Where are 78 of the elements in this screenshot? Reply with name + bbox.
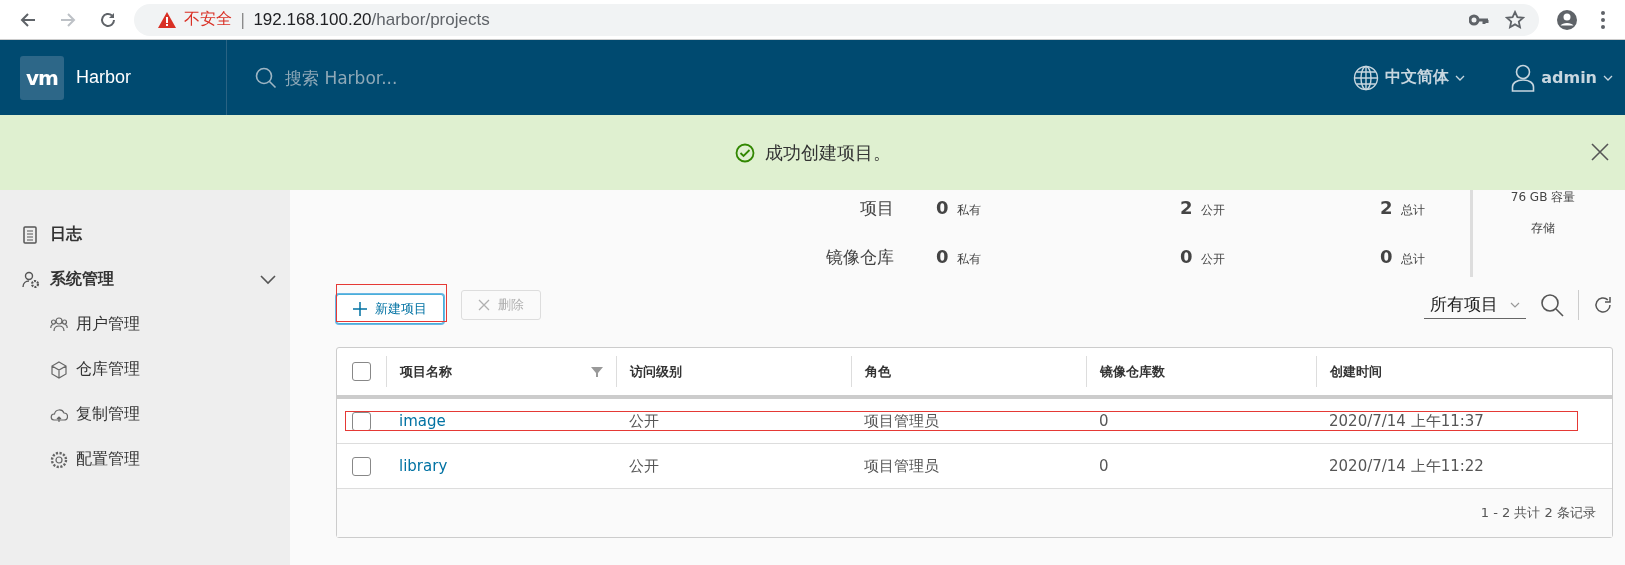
user-icon <box>1511 63 1536 92</box>
globe-icon <box>1353 64 1380 91</box>
stat-unit: 公开 <box>1200 202 1225 219</box>
caret-icon <box>1455 74 1466 81</box>
column-header[interactable]: 角色 <box>865 362 891 381</box>
stat-label: 项目 <box>859 197 895 220</box>
plus-icon <box>353 302 367 316</box>
menu-icon[interactable] <box>1600 9 1606 30</box>
table-cell: 0 <box>1099 412 1109 430</box>
user-menu[interactable]: admin <box>1511 63 1613 92</box>
row-checkbox[interactable] <box>352 456 371 476</box>
column-header[interactable]: 项目名称 <box>400 362 452 381</box>
document-icon <box>22 225 40 244</box>
sidebar-item[interactable]: 配置管理 <box>0 437 290 482</box>
warning-icon <box>158 11 176 28</box>
stat-unit: 总计 <box>1400 251 1425 268</box>
new-project-button[interactable]: 新建项目 <box>336 294 444 324</box>
sidebar-item[interactable]: 用户管理 <box>0 302 290 347</box>
table-cell: 2020/7/14 上午11:22 <box>1329 456 1484 476</box>
caret-icon <box>1510 301 1520 308</box>
table-cell: 项目管理员 <box>864 456 939 476</box>
close-icon[interactable] <box>1591 143 1609 161</box>
pagination-text: 1 - 2 共计 2 条记录 <box>1480 504 1596 522</box>
column-header[interactable]: 访问级别 <box>630 362 682 381</box>
search-icon <box>255 66 277 89</box>
check-circle-icon <box>734 142 755 163</box>
filter-icon[interactable] <box>591 366 603 377</box>
search-icon[interactable] <box>1540 293 1564 317</box>
stat-value: 0 <box>1380 246 1393 267</box>
address-bar[interactable]: 不安全 | 192.168.100.20/harbor/projects <box>134 3 1539 36</box>
brand-name[interactable]: Harbor <box>76 67 226 88</box>
table-cell: 0 <box>1099 457 1109 475</box>
stat-value: 0 <box>936 197 949 218</box>
sidebar-item[interactable]: 仓库管理 <box>0 347 290 392</box>
table-cell: 2020/7/14 上午11:37 <box>1329 411 1484 431</box>
sidebar-item[interactable]: 复制管理 <box>0 392 290 437</box>
project-filter-select[interactable]: 所有项目 <box>1424 291 1526 319</box>
sidebar-item[interactable]: 系统管理 <box>0 257 290 302</box>
stat-value: 2 <box>1380 197 1393 218</box>
user-gear-icon <box>22 270 40 289</box>
security-label: 不安全 <box>184 9 232 30</box>
close-icon <box>478 299 490 311</box>
back-icon[interactable] <box>19 10 37 29</box>
stat-value: 2 <box>1180 197 1193 218</box>
caret-icon <box>1603 74 1613 81</box>
url-text: 192.168.100.20/harbor/projects <box>253 9 490 30</box>
storage-label: 存储 <box>1531 220 1555 237</box>
notification-message: 成功创建项目。 <box>764 140 891 165</box>
column-header[interactable]: 镜像仓库数 <box>1100 362 1165 381</box>
stat-unit: 公开 <box>1200 251 1225 268</box>
language-menu[interactable]: 中文简体 <box>1353 64 1466 91</box>
table-cell: 项目管理员 <box>864 411 939 431</box>
reload-icon[interactable] <box>99 10 117 29</box>
stat-value: 0 <box>936 246 949 267</box>
star-icon[interactable] <box>1505 9 1525 30</box>
logo[interactable]: vm <box>20 55 64 100</box>
account-icon[interactable] <box>1556 8 1578 31</box>
refresh-icon[interactable] <box>1593 295 1613 315</box>
search-field[interactable]: 搜索 Harbor... <box>283 66 587 89</box>
project-link[interactable]: library <box>399 457 448 475</box>
select-all-checkbox[interactable] <box>352 362 371 381</box>
storage-capacity: 76 GB 容量 <box>1510 189 1576 206</box>
stat-unit: 总计 <box>1400 202 1425 219</box>
table-cell: 公开 <box>629 456 659 476</box>
chevron-down-icon[interactable] <box>260 274 276 285</box>
table-cell: 公开 <box>629 411 659 431</box>
stat-label: 镜像仓库 <box>826 246 895 269</box>
stat-value: 0 <box>1180 246 1193 267</box>
key-icon[interactable] <box>1469 13 1489 26</box>
cube-icon <box>50 360 68 379</box>
column-header[interactable]: 创建时间 <box>1330 362 1382 381</box>
users-icon <box>50 315 68 334</box>
separator: | <box>240 10 246 29</box>
settings-icon <box>50 450 68 469</box>
sidebar-item[interactable]: 日志 <box>0 212 290 257</box>
stat-unit: 私有 <box>956 202 981 219</box>
stat-unit: 私有 <box>956 251 981 268</box>
project-link[interactable]: image <box>399 412 446 430</box>
